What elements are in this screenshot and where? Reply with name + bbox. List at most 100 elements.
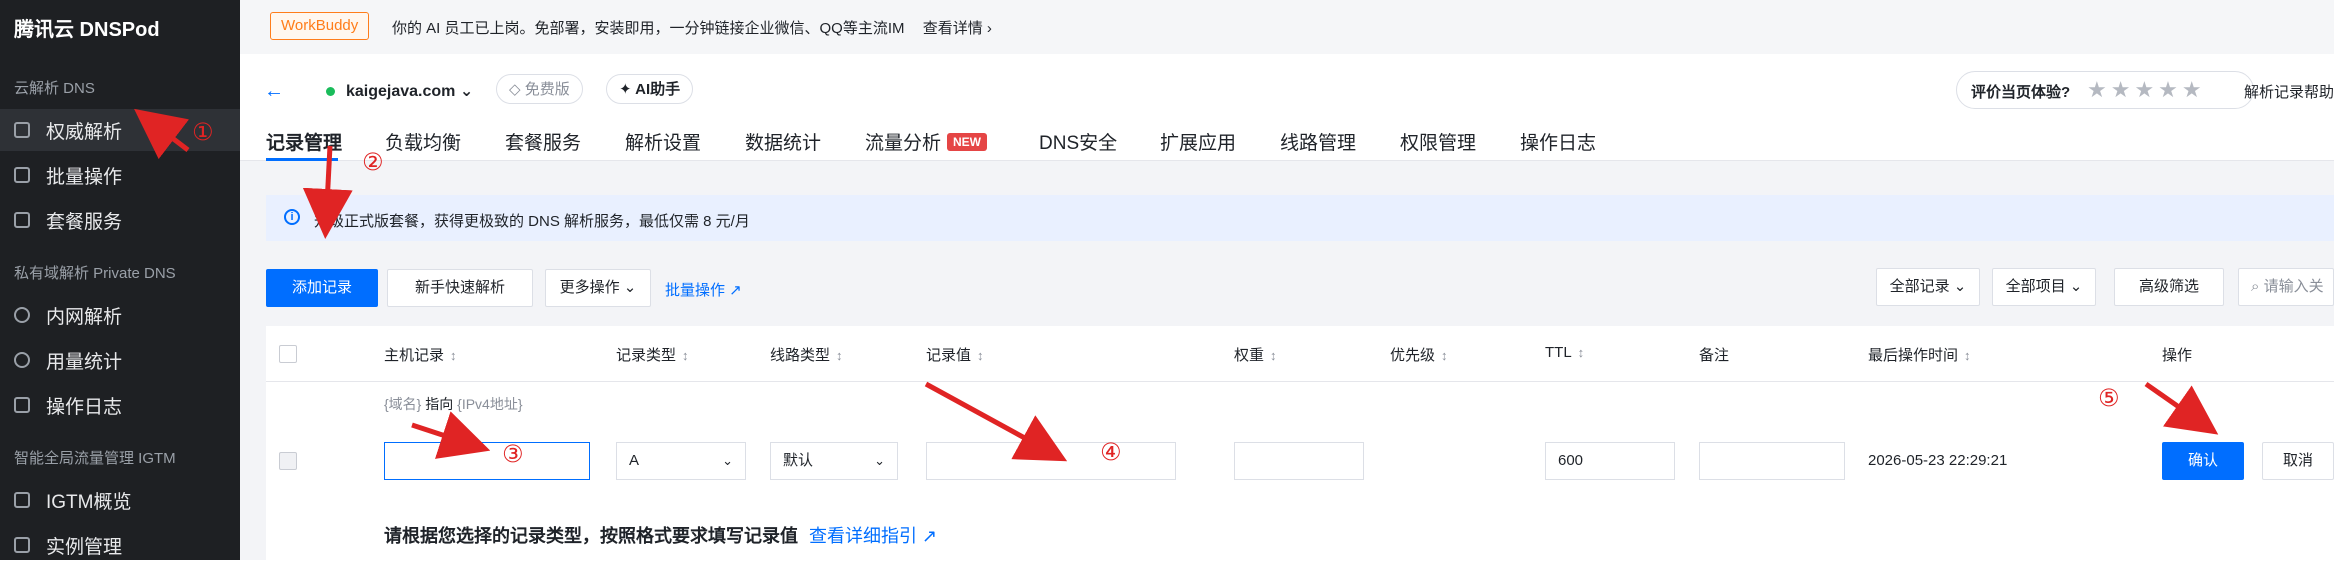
col-host[interactable]: 主机记录 ↕ — [384, 344, 457, 365]
record-hint: {域名} 指向 {IPv4地址} — [384, 394, 523, 414]
sort-icon: ↕ — [682, 348, 689, 363]
sidebar-item-packages[interactable]: 套餐服务 — [0, 199, 240, 241]
record-value-input[interactable] — [926, 442, 1176, 480]
package-icon — [14, 212, 30, 228]
select-all-checkbox[interactable] — [279, 345, 297, 363]
host-record-input[interactable] — [384, 442, 590, 480]
sidebar-item-igtm-overview[interactable]: IGTM概览 — [0, 479, 240, 521]
chevron-down-icon: ⌄ — [722, 453, 733, 468]
col-remark: 备注 — [1699, 347, 1730, 364]
free-plan-badge[interactable]: ◇ 免费版 — [496, 74, 583, 104]
sidebar-item-label: IGTM概览 — [46, 491, 132, 513]
log-icon — [14, 397, 30, 413]
rating-widget: 评价当页体验? ★★★★★ — [1956, 71, 2254, 109]
col-ttl-label: TTL — [1545, 344, 1572, 361]
tab-statistics[interactable]: 数据统计 — [745, 128, 821, 155]
advanced-filter-button[interactable]: 高级筛选 — [2114, 268, 2224, 306]
header-divider — [266, 381, 2334, 382]
col-value[interactable]: 记录值 ↕ — [926, 344, 984, 365]
all-projects-filter[interactable]: 全部项目 ⌄ — [1992, 268, 2096, 306]
tab-lines[interactable]: 线路管理 — [1280, 128, 1356, 155]
col-ttl[interactable]: TTL ↕ — [1545, 344, 1584, 361]
new-badge: NEW — [947, 133, 988, 151]
sidebar-item-label: 批量操作 — [46, 166, 123, 188]
col-line-label: 线路类型 — [770, 347, 831, 364]
ttl-input[interactable]: 600 — [1545, 442, 1675, 480]
tab-settings[interactable]: 解析设置 — [625, 128, 701, 155]
sort-icon: ↕ — [450, 348, 457, 363]
search-placeholder: 请输入关 — [2263, 278, 2324, 295]
ai-assistant-button[interactable]: ✦ AI助手 — [606, 74, 694, 104]
batch-ops-link[interactable]: 批量操作 ↗ — [665, 279, 742, 300]
sidebar-item-label: 套餐服务 — [46, 211, 123, 233]
tab-traffic[interactable]: 流量分析 NEW — [865, 128, 988, 155]
hint-ipv4: {IPv4地址} — [457, 396, 523, 412]
weight-input[interactable] — [1234, 442, 1364, 480]
guide-link[interactable]: 查看详细指引 ↗ — [809, 526, 937, 546]
col-priority-label: 优先级 — [1390, 347, 1436, 364]
sidebar-group-igtm: 智能全局流量管理 IGTM — [14, 450, 176, 467]
rating-label: 评价当页体验? — [1971, 84, 2071, 101]
star-rating[interactable]: ★★★★★ — [2087, 77, 2206, 103]
dns-icon — [14, 122, 30, 138]
banner-message: 你的 AI 员工已上岗。免部署，安装即用，一分钟链接企业微信、QQ等主流IM — [392, 20, 905, 37]
col-value-label: 记录值 — [926, 347, 972, 364]
status-dot — [326, 87, 335, 96]
row-checkbox[interactable] — [279, 452, 297, 470]
sidebar-item-intranet[interactable]: 内网解析 — [0, 294, 240, 336]
col-line[interactable]: 线路类型 ↕ — [770, 344, 843, 365]
annotation-1: ① — [192, 118, 214, 146]
sort-icon: ↕ — [836, 348, 843, 363]
sidebar-item-label: 内网解析 — [46, 306, 123, 328]
sidebar: 腾讯云 DNSPod 云解析 DNS 权威解析 批量操作 套餐服务 私有域解析 … — [0, 0, 240, 560]
quick-setup-button[interactable]: 新手快速解析 — [387, 269, 533, 307]
col-weight[interactable]: 权重 ↕ — [1234, 344, 1277, 365]
annotation-4: ④ — [1100, 438, 1122, 466]
col-last-modified[interactable]: 最后操作时间 ↕ — [1868, 344, 1971, 365]
record-type-value: A — [629, 452, 640, 469]
line-type-value: 默认 — [783, 452, 814, 469]
tab-extensions[interactable]: 扩展应用 — [1160, 128, 1236, 155]
tab-permissions[interactable]: 权限管理 — [1400, 128, 1476, 155]
sidebar-item-logs[interactable]: 操作日志 — [0, 384, 240, 426]
more-actions-dropdown[interactable]: 更多操作 ⌄ — [545, 269, 651, 307]
tab-traffic-label: 流量分析 — [865, 133, 942, 154]
col-last-modified-label: 最后操作时间 — [1868, 347, 1959, 364]
record-type-select[interactable]: A ⌄ — [616, 442, 746, 480]
col-type-label: 记录类型 — [616, 347, 677, 364]
upgrade-notice: i 升级正式版套餐，获得更极致的 DNS 解析服务，最低仅需 8 元/月 — [266, 195, 2334, 241]
sidebar-item-usage[interactable]: 用量统计 — [0, 339, 240, 381]
sort-icon: ↕ — [1441, 348, 1448, 363]
all-records-filter[interactable]: 全部记录 ⌄ — [1876, 268, 1980, 306]
col-type[interactable]: 记录类型 ↕ — [616, 344, 689, 365]
col-priority[interactable]: 优先级 ↕ — [1390, 344, 1448, 365]
search-input[interactable]: ⌕ 请输入关 — [2238, 268, 2334, 306]
confirm-button[interactable]: 确认 — [2162, 442, 2244, 480]
domain-selector[interactable]: kaigejava.com ⌄ — [346, 81, 473, 101]
back-arrow-icon[interactable]: ← — [264, 80, 284, 103]
add-record-button[interactable]: 添加记录 — [266, 269, 378, 307]
col-weight-label: 权重 — [1234, 347, 1265, 364]
brand-logo[interactable]: 腾讯云 DNSPod — [14, 13, 160, 42]
cancel-button[interactable]: 取消 — [2262, 442, 2334, 480]
tab-dns-security[interactable]: DNS安全 — [1039, 128, 1117, 155]
annotation-5: ⑤ — [2098, 384, 2120, 412]
sidebar-item-batch[interactable]: 批量操作 — [0, 154, 240, 196]
banner-link[interactable]: 查看详情 › — [923, 20, 992, 37]
line-type-select[interactable]: 默认 ⌄ — [770, 442, 898, 480]
instance-icon — [14, 537, 30, 553]
tab-load-balance[interactable]: 负载均衡 — [385, 128, 461, 155]
col-host-label: 主机记录 — [384, 347, 445, 364]
last-modified-time: 2026-05-23 22:29:21 — [1868, 452, 2008, 469]
format-tip-text: 请根据您选择的记录类型，按照格式要求填写记录值 — [384, 526, 798, 546]
search-icon: ⌕ — [2251, 278, 2260, 295]
tab-packages[interactable]: 套餐服务 — [505, 128, 581, 155]
tab-records[interactable]: 记录管理 — [266, 128, 342, 155]
format-tip: 请根据您选择的记录类型，按照格式要求填写记录值 查看详细指引 ↗ — [384, 522, 937, 548]
tab-op-logs[interactable]: 操作日志 — [1520, 128, 1596, 155]
help-link[interactable]: 解析记录帮助 — [2244, 81, 2334, 102]
batch-icon — [14, 167, 30, 183]
remark-input[interactable] — [1699, 442, 1845, 480]
sidebar-item-label: 实例管理 — [46, 536, 123, 558]
workbuddy-badge[interactable]: WorkBuddy — [270, 12, 370, 40]
